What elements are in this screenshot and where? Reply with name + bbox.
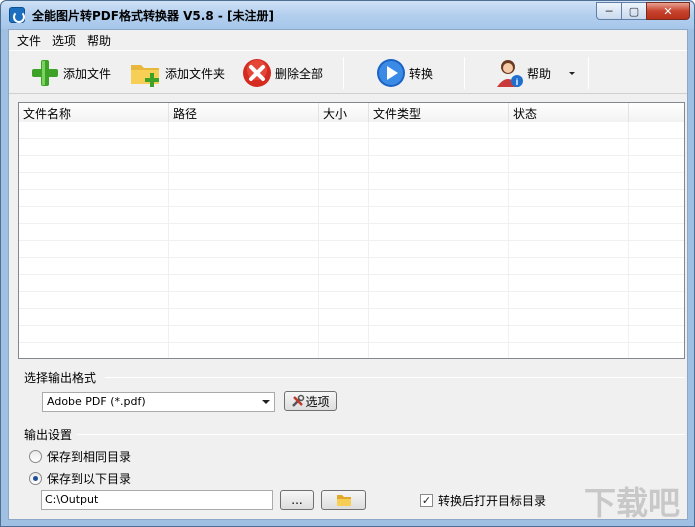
svg-text:i: i — [516, 77, 519, 87]
table-row — [19, 224, 684, 241]
column-size[interactable]: 大小 — [319, 103, 369, 122]
output-path-input[interactable]: C:\Output — [41, 490, 273, 510]
table-row — [19, 258, 684, 275]
help-button[interactable]: i 帮助 — [493, 57, 577, 89]
output-format-group-label: 选择输出格式 — [24, 371, 97, 385]
title-bar[interactable]: 全能图片转PDF格式转换器 V5.8 - [未注册] ─ ▢ ✕ — [1, 1, 694, 29]
radio-same-dir-label: 保存到相同目录 — [47, 450, 132, 464]
chevron-down-icon — [262, 400, 270, 404]
table-row — [19, 190, 684, 207]
add-folder-button[interactable]: 添加文件夹 — [129, 57, 225, 89]
play-icon — [377, 59, 405, 87]
options-button[interactable]: 选项 — [284, 391, 337, 411]
client-area: 文件 选项 帮助 添加文件 添加文件夹 删除全部 转换 i 帮助 文件名称 路径… — [8, 29, 688, 520]
output-settings-group-label: 输出设置 — [24, 428, 73, 442]
table-row — [19, 173, 684, 190]
toolbar: 添加文件 添加文件夹 删除全部 转换 i 帮助 — [9, 50, 687, 94]
table-row — [19, 326, 684, 343]
radio-custom-dir[interactable]: 保存到以下目录 — [29, 470, 131, 487]
menu-file[interactable]: 文件 — [15, 32, 43, 49]
delete-all-label: 删除全部 — [275, 66, 324, 81]
add-folder-icon — [131, 65, 159, 87]
table-row — [19, 207, 684, 224]
open-after-checkbox[interactable]: ✓ 转换后打开目标目录 — [420, 492, 546, 509]
checkbox-checked[interactable]: ✓ — [420, 494, 433, 507]
radio-custom-dir-label: 保存到以下目录 — [47, 472, 132, 486]
table-row — [19, 241, 684, 258]
minimize-button[interactable]: ─ — [596, 2, 622, 20]
open-folder-button[interactable] — [321, 490, 366, 510]
open-after-label: 转换后打开目标目录 — [438, 494, 547, 508]
table-row — [19, 309, 684, 326]
convert-label: 转换 — [409, 66, 434, 81]
app-window: 全能图片转PDF格式转换器 V5.8 - [未注册] ─ ▢ ✕ 文件 选项 帮… — [0, 0, 695, 527]
table-row — [19, 292, 684, 309]
output-format-select[interactable]: Adobe PDF (*.pdf) — [42, 392, 275, 412]
file-list[interactable]: 文件名称 路径 大小 文件类型 状态 — [18, 102, 685, 359]
table-row — [19, 139, 684, 156]
add-file-icon — [32, 60, 58, 86]
delete-all-button[interactable]: 删除全部 — [241, 57, 323, 89]
table-row — [19, 275, 684, 292]
column-filetype[interactable]: 文件类型 — [369, 103, 509, 122]
window-title: 全能图片转PDF格式转换器 V5.8 - [未注册] — [32, 9, 274, 23]
add-file-button[interactable]: 添加文件 — [29, 57, 111, 89]
add-folder-label: 添加文件夹 — [165, 66, 226, 81]
toolbar-separator — [343, 57, 344, 89]
toolbar-separator — [588, 57, 589, 89]
add-file-label: 添加文件 — [63, 66, 112, 81]
menu-bar: 文件 选项 帮助 — [9, 30, 687, 50]
radio-button-selected[interactable] — [29, 472, 42, 485]
table-row — [19, 122, 684, 139]
menu-help[interactable]: 帮助 — [85, 32, 113, 49]
app-icon[interactable] — [9, 7, 25, 23]
convert-button[interactable]: 转换 — [375, 57, 433, 89]
radio-button[interactable] — [29, 450, 42, 463]
folder-icon — [336, 495, 351, 506]
column-filename[interactable]: 文件名称 — [19, 103, 169, 122]
table-row — [19, 156, 684, 173]
divider — [77, 434, 685, 435]
tools-icon — [292, 394, 305, 407]
browse-button[interactable]: ... — [280, 490, 314, 510]
menu-options[interactable]: 选项 — [50, 32, 78, 49]
divider — [105, 377, 685, 378]
toolbar-separator — [464, 57, 465, 89]
help-label: 帮助 — [527, 66, 552, 81]
chevron-down-icon[interactable] — [567, 68, 577, 78]
column-filler — [629, 103, 684, 122]
radio-same-dir[interactable]: 保存到相同目录 — [29, 448, 131, 465]
watermark-logo: 下载吧 — [583, 484, 680, 522]
column-status[interactable]: 状态 — [509, 103, 629, 122]
list-rows — [19, 122, 684, 358]
user-help-icon: i — [497, 60, 523, 87]
column-path[interactable]: 路径 — [169, 103, 319, 122]
list-header: 文件名称 路径 大小 文件类型 状态 — [19, 103, 684, 122]
options-label: 选项 — [305, 394, 330, 409]
output-format-value: Adobe PDF (*.pdf) — [47, 395, 146, 408]
close-button[interactable]: ✕ — [646, 2, 690, 20]
maximize-button[interactable]: ▢ — [621, 2, 647, 20]
delete-icon — [243, 59, 271, 87]
table-row — [19, 343, 684, 358]
